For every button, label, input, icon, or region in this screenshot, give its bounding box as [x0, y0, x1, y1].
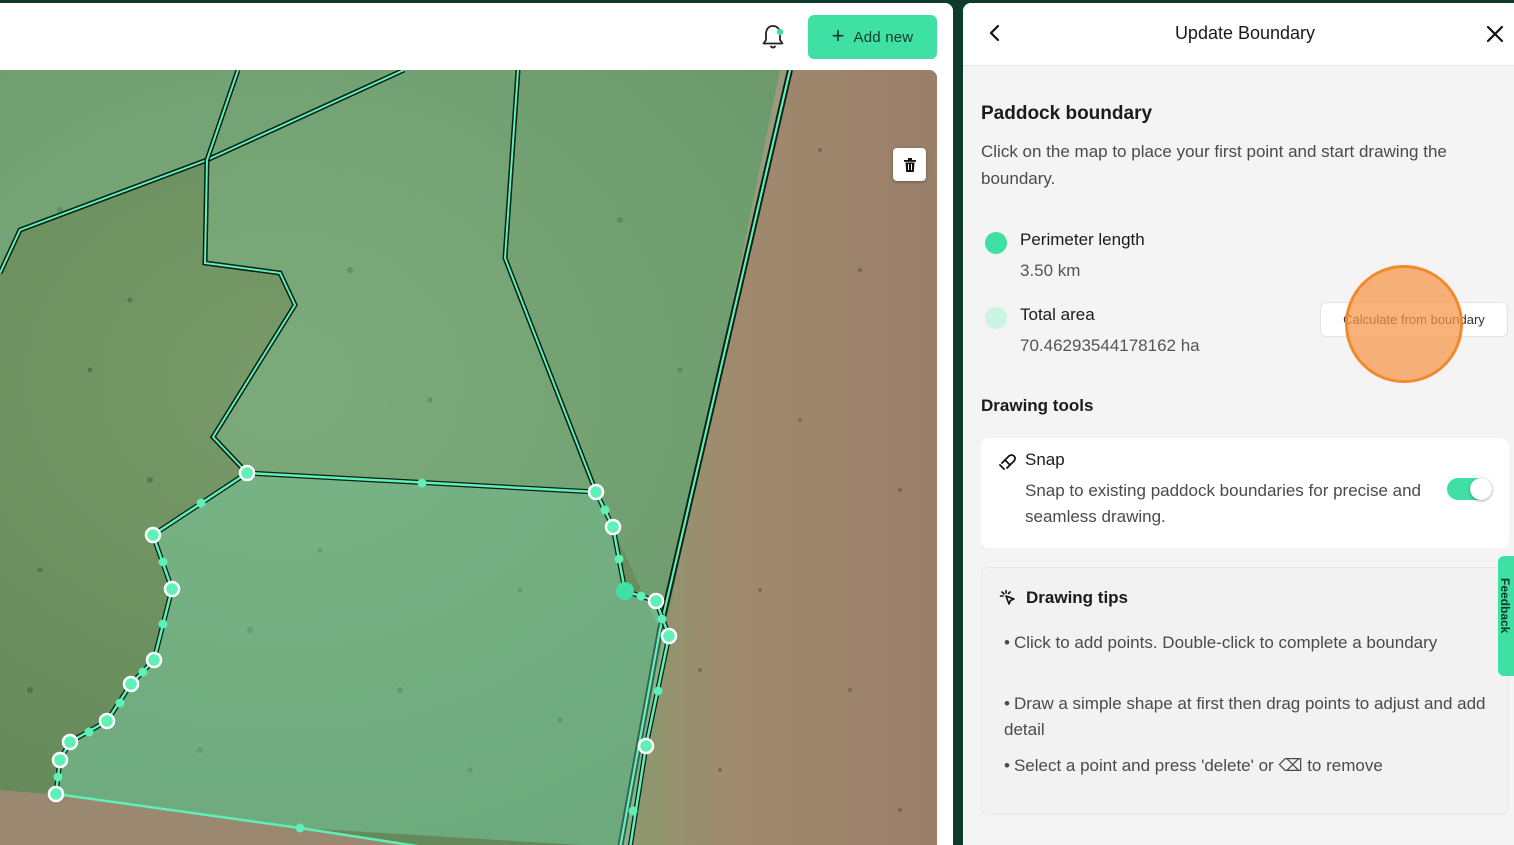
- snap-description: Snap to existing paddock boundaries for …: [1025, 481, 1421, 526]
- top-bar: + Add new: [0, 3, 953, 70]
- drawing-tips-title: Drawing tips: [1026, 588, 1129, 607]
- panel-header: Update Boundary: [963, 3, 1514, 66]
- map-canvas[interactable]: [0, 70, 937, 845]
- map-pane: + Add new: [0, 3, 953, 845]
- tip-text: Click to add points. Double-click to com…: [1013, 633, 1438, 652]
- snap-card: Snap Snap to existing paddock boundaries…: [981, 438, 1509, 548]
- perimeter-dot: [985, 232, 1007, 254]
- snap-toggle[interactable]: [1447, 478, 1492, 500]
- area-value: 70.46293544178162 ha: [1020, 336, 1200, 355]
- perimeter-value: 3.50 km: [1020, 261, 1081, 280]
- instructions-text: Click on the map to place your first poi…: [981, 142, 1447, 188]
- toggle-knob: [1470, 478, 1492, 500]
- tip-item: • Draw a simple shape at first then drag …: [1004, 694, 1486, 739]
- trash-icon: [903, 157, 916, 172]
- area-label: Total area: [1020, 305, 1095, 324]
- delete-boundary-button[interactable]: [893, 148, 926, 181]
- feedback-label: Feedback: [1498, 578, 1512, 634]
- tip-item: • Select a point and press 'delete' or ⌫ …: [1004, 756, 1383, 775]
- update-boundary-panel: Update Boundary Paddock boundary Click o…: [963, 3, 1514, 845]
- magnet-icon: [998, 451, 1018, 471]
- panel-title: Update Boundary: [1174, 23, 1316, 43]
- calculate-from-boundary-button[interactable]: Calculate from boundary: [1320, 302, 1508, 337]
- add-new-label: Add new: [853, 28, 914, 46]
- satellite-map[interactable]: [0, 70, 937, 845]
- drawing-tools-title: Drawing tools: [981, 396, 1094, 415]
- area-dot: [985, 307, 1007, 329]
- sparkle-cursor-icon: [999, 589, 1019, 609]
- close-icon: [1486, 25, 1504, 43]
- feedback-tab[interactable]: Feedback: [1498, 556, 1514, 676]
- plus-icon: +: [831, 23, 845, 48]
- bell-icon[interactable]: [760, 23, 786, 51]
- close-button[interactable]: [1483, 22, 1507, 46]
- section-title: Paddock boundary: [981, 103, 1153, 124]
- add-new-button[interactable]: + Add new: [808, 15, 937, 59]
- perimeter-label: Perimeter length: [1020, 230, 1145, 249]
- tip-item: • Click to add points. Double-click to co…: [1004, 633, 1438, 652]
- tip-text: Draw a simple shape at first then drag p…: [1004, 694, 1486, 739]
- tip-text: Select a point and press 'delete' or ⌫ t…: [1013, 756, 1383, 775]
- drawing-tips-card: Drawing tips • Click to add points. Doubl…: [981, 567, 1509, 815]
- snap-title: Snap: [1025, 450, 1065, 469]
